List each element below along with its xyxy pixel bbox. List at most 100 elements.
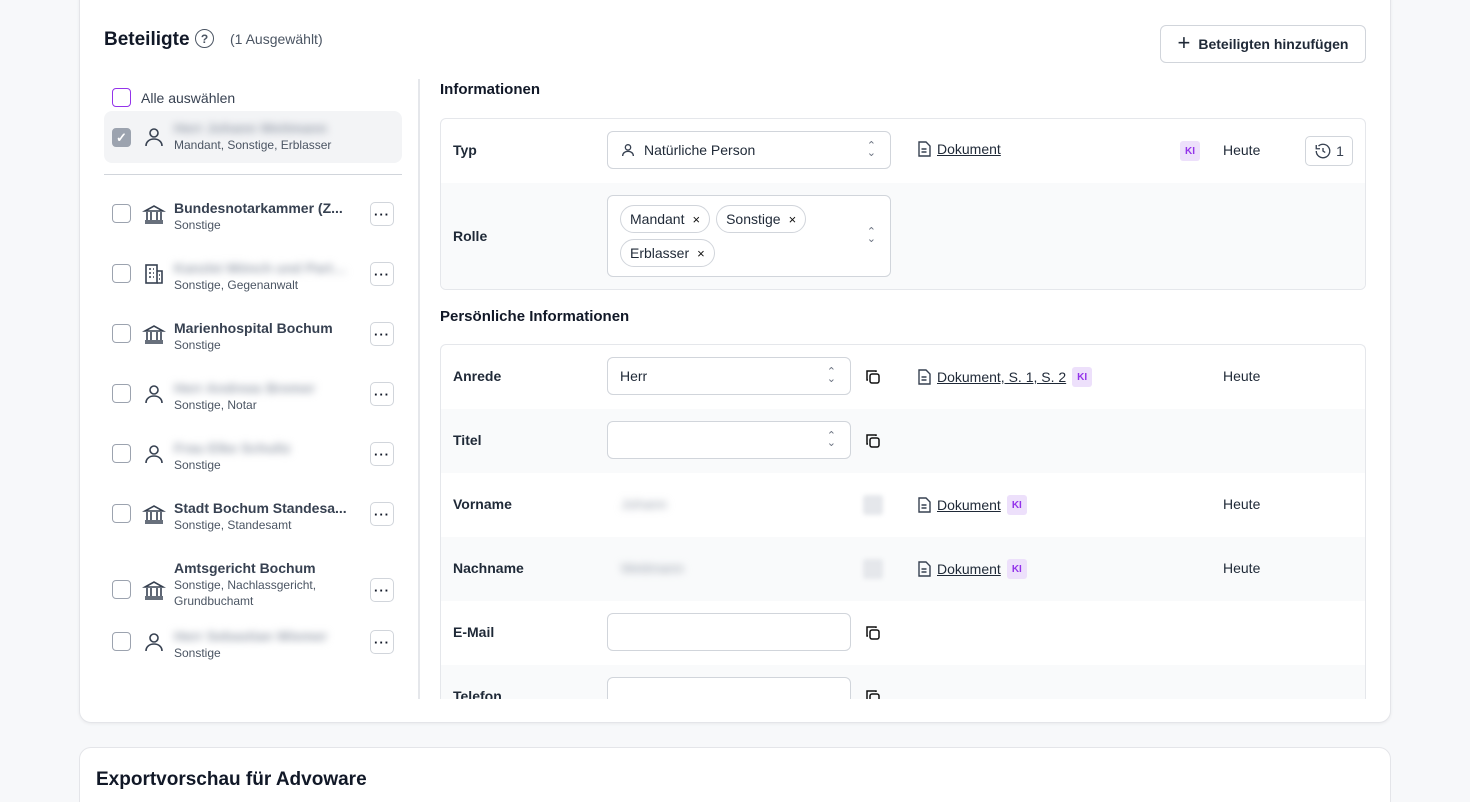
remove-icon[interactable]: × bbox=[697, 246, 705, 261]
person-icon bbox=[622, 144, 634, 157]
more-options-button[interactable]: ··· bbox=[370, 382, 394, 406]
more-options-button[interactable]: ··· bbox=[370, 442, 394, 466]
role-chip-label: Erblasser bbox=[630, 245, 690, 261]
list-item[interactable]: Stadt Bochum Standesa... Sonstige, Stande… bbox=[104, 499, 402, 543]
copy-icon[interactable] bbox=[863, 559, 883, 579]
add-participant-button[interactable]: + Beteiligten hinzufügen bbox=[1160, 25, 1366, 63]
person-icon bbox=[145, 128, 163, 147]
item-checkbox[interactable] bbox=[112, 504, 131, 523]
nachname-date: Heute bbox=[1223, 560, 1261, 576]
titel-label: Titel bbox=[453, 432, 482, 448]
copy-icon[interactable] bbox=[865, 369, 881, 385]
document-icon bbox=[918, 141, 931, 157]
typ-date: Heute bbox=[1223, 142, 1261, 158]
typ-source[interactable]: Dokument bbox=[917, 141, 1001, 157]
document-icon bbox=[918, 369, 931, 385]
anrede-value: Herr bbox=[620, 368, 648, 384]
list-item[interactable]: Bundesnotarkammer (Z... Sonstige ··· bbox=[104, 199, 402, 243]
history-count: 1 bbox=[1336, 143, 1344, 159]
list-item-selected[interactable]: ✓ Herr Johann Weitmann Mandant, Sonstige… bbox=[104, 111, 402, 163]
anrede-select[interactable]: Herr ⌃ ⌄ bbox=[607, 357, 851, 395]
person-icon bbox=[142, 382, 166, 406]
copy-icon[interactable] bbox=[865, 689, 881, 699]
more-options-button[interactable]: ··· bbox=[370, 202, 394, 226]
nachname-source-link[interactable]: Dokument bbox=[937, 561, 1001, 577]
row-anrede: Anrede Herr ⌃ ⌄ Dokument, S. 1, S. 2 KI H… bbox=[441, 345, 1365, 409]
nachname-label: Nachname bbox=[453, 560, 524, 576]
anrede-source-link[interactable]: Dokument, S. 1, S. 2 bbox=[937, 369, 1066, 385]
list-item[interactable]: Marienhospital Bochum Sonstige ··· bbox=[104, 319, 402, 363]
participant-name: Bundesnotarkammer (Z... bbox=[174, 200, 343, 216]
institution-icon bbox=[141, 202, 167, 226]
remove-icon[interactable]: × bbox=[789, 212, 797, 227]
role-chip: Erblasser × bbox=[620, 239, 715, 267]
info-box: Typ Natürliche Person ⌃ ⌄ Dokument KI Heu… bbox=[440, 118, 1366, 290]
row-vorname: Vorname Johann Dokument KI Heute bbox=[441, 473, 1365, 537]
vorname-source[interactable]: Dokument KI bbox=[917, 495, 1027, 515]
telefon-field[interactable] bbox=[607, 677, 851, 699]
item-checkbox[interactable] bbox=[112, 444, 131, 463]
participant-name: Marienhospital Bochum bbox=[174, 320, 333, 336]
anrede-source[interactable]: Dokument, S. 1, S. 2 KI bbox=[917, 367, 1093, 387]
export-preview-card: Exportvorschau für Advoware bbox=[79, 747, 1391, 802]
participant-name: Frau Elke Schultz bbox=[174, 440, 291, 456]
typ-source-link[interactable]: Dokument bbox=[937, 141, 1001, 157]
panel-divider bbox=[418, 79, 420, 699]
copy-icon[interactable] bbox=[865, 625, 881, 641]
document-icon bbox=[918, 561, 931, 577]
institution-icon bbox=[141, 322, 167, 346]
item-checkbox[interactable] bbox=[112, 204, 131, 223]
participant-roles: Sonstige, Nachlassgericht, Grundbuchamt bbox=[174, 578, 317, 608]
remove-icon[interactable]: × bbox=[692, 212, 700, 227]
participant-roles: Sonstige bbox=[174, 218, 221, 232]
select-all-checkbox[interactable] bbox=[112, 88, 131, 107]
ki-badge: KI bbox=[1006, 559, 1027, 579]
participant-name: Herr Johann Weitmann bbox=[174, 120, 327, 136]
typ-select[interactable]: Natürliche Person ⌃ ⌄ bbox=[607, 131, 891, 169]
item-checkbox-checked[interactable]: ✓ bbox=[112, 128, 131, 147]
more-options-button[interactable]: ··· bbox=[370, 262, 394, 286]
help-icon[interactable]: ? bbox=[195, 29, 214, 48]
participant-name: Herr Sebastian Wiemer bbox=[174, 628, 328, 644]
item-checkbox[interactable] bbox=[112, 580, 131, 599]
titel-select[interactable]: ⌃ ⌄ bbox=[607, 421, 851, 459]
list-item[interactable]: Herr Sebastian Wiemer Sonstige ··· bbox=[104, 627, 402, 671]
item-checkbox[interactable] bbox=[112, 324, 131, 343]
row-rolle: Rolle Mandant × Sonstige × Erblasser × ⌃ ⌄ bbox=[441, 183, 1365, 289]
plus-icon: + bbox=[1177, 30, 1191, 55]
row-telefon: Telefon bbox=[441, 665, 1365, 699]
history-button[interactable]: 1 bbox=[1305, 136, 1353, 166]
vorname-source-link[interactable]: Dokument bbox=[937, 497, 1001, 513]
nachname-source[interactable]: Dokument KI bbox=[917, 559, 1027, 579]
item-checkbox[interactable] bbox=[112, 384, 131, 403]
item-checkbox[interactable] bbox=[112, 264, 131, 283]
more-options-button[interactable]: ··· bbox=[370, 578, 394, 602]
list-item[interactable]: Frau Elke Schultz Sonstige ··· bbox=[104, 439, 402, 483]
chevron-updown-icon: ⌃ ⌄ bbox=[826, 366, 836, 385]
ki-badge: KI bbox=[1006, 495, 1027, 515]
list-item[interactable]: Herr Andreas Bremer Sonstige, Notar ··· bbox=[104, 379, 402, 423]
participant-roles: Sonstige bbox=[174, 646, 221, 660]
item-checkbox[interactable] bbox=[112, 632, 131, 651]
list-item[interactable]: Kanzlei Mönch und Partner Sonstige, Gegen… bbox=[104, 259, 402, 303]
participant-list: Alle auswählen ✓ Herr Johann Weitmann Ma… bbox=[104, 77, 402, 699]
copy-icon[interactable] bbox=[865, 433, 881, 449]
institution-icon bbox=[141, 578, 167, 602]
email-field[interactable] bbox=[607, 613, 851, 651]
more-options-button[interactable]: ··· bbox=[370, 322, 394, 346]
typ-label: Typ bbox=[453, 142, 477, 158]
history-icon bbox=[1315, 143, 1331, 159]
rolle-multiselect[interactable]: Mandant × Sonstige × Erblasser × ⌃ ⌄ bbox=[607, 195, 891, 277]
institution-icon bbox=[141, 502, 167, 526]
more-options-button[interactable]: ··· bbox=[370, 630, 394, 654]
list-item[interactable]: Amtsgericht Bochum Sonstige, Nachlassgeri… bbox=[104, 559, 402, 619]
copy-icon[interactable] bbox=[863, 495, 883, 515]
more-options-button[interactable]: ··· bbox=[370, 502, 394, 526]
vorname-label: Vorname bbox=[453, 496, 512, 512]
personal-box: Anrede Herr ⌃ ⌄ Dokument, S. 1, S. 2 KI H… bbox=[440, 344, 1366, 699]
vorname-value[interactable]: Johann bbox=[621, 496, 667, 512]
nachname-value[interactable]: Weitmann bbox=[621, 560, 684, 576]
participant-roles: Sonstige, Gegenanwalt bbox=[174, 278, 299, 292]
role-chip: Mandant × bbox=[620, 205, 711, 233]
select-all[interactable]: Alle auswählen bbox=[112, 88, 235, 107]
